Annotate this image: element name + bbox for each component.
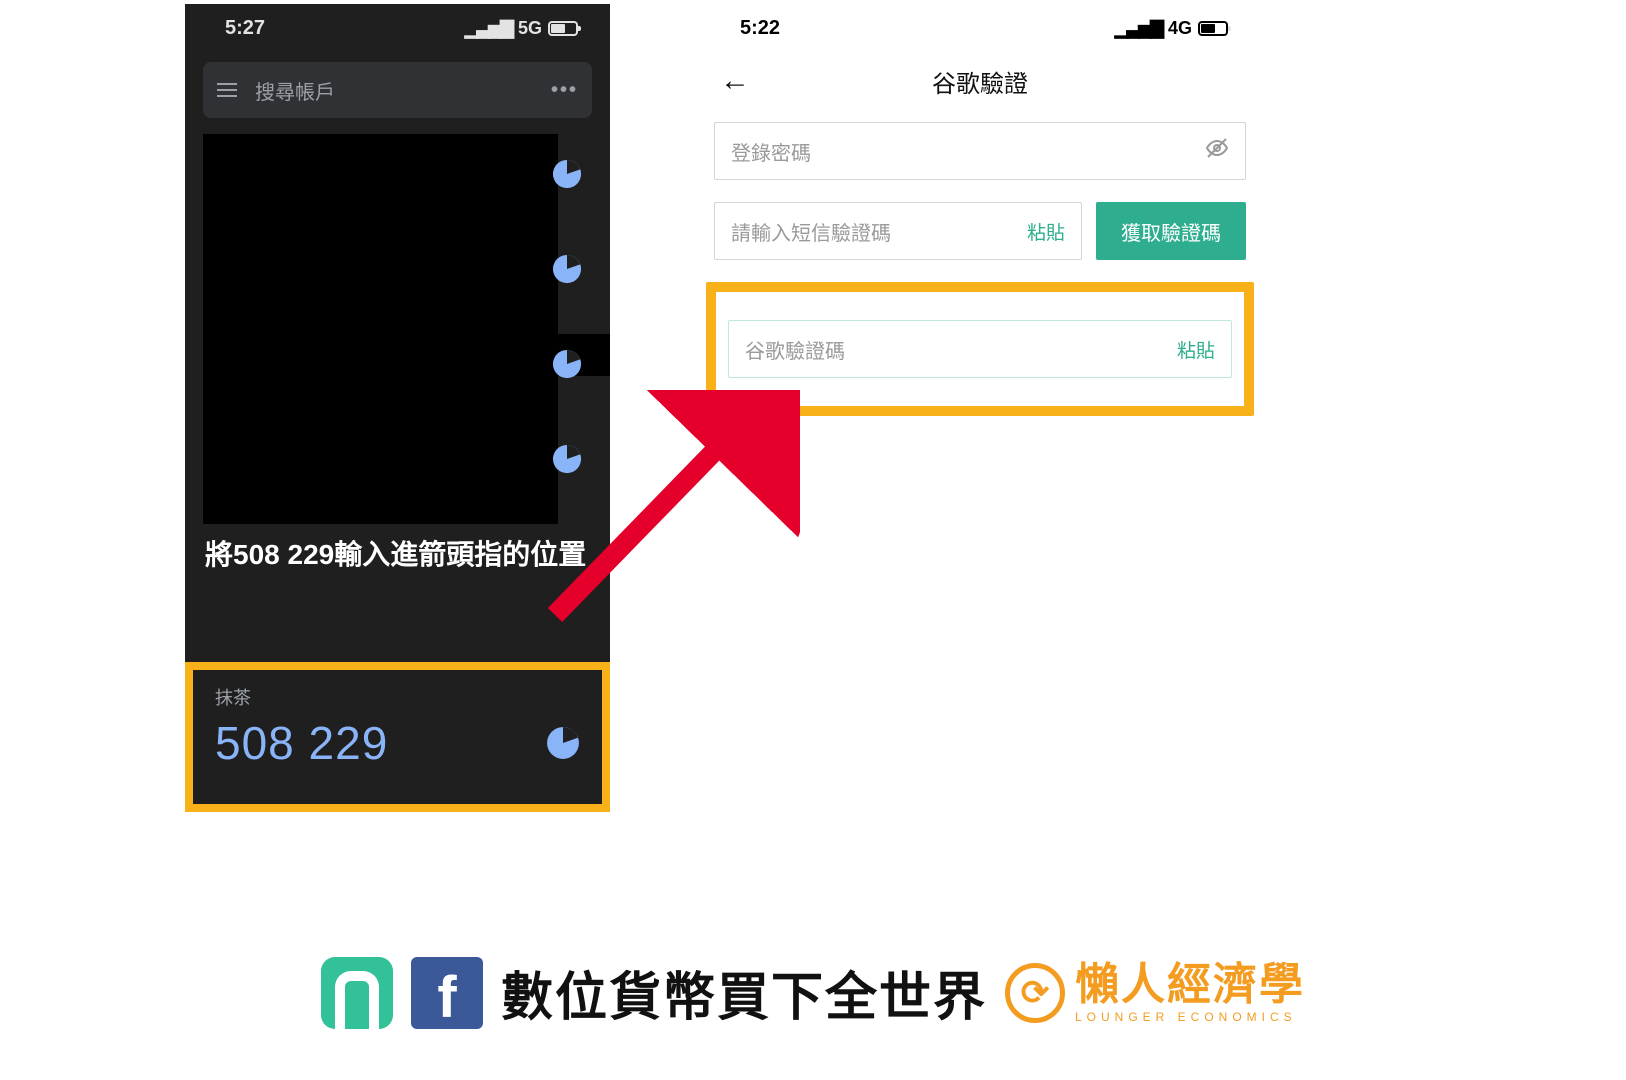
timer-column	[552, 159, 582, 474]
account-label: 抹茶	[215, 684, 580, 710]
footer-main-text: 數位貨幣買下全世界	[501, 955, 987, 1030]
more-icon[interactable]: •••	[551, 79, 578, 102]
footer: f 數位貨幣買下全世界 ⟳ 懶人經濟學 LOUNGER ECONOMICS	[0, 955, 1626, 1030]
ga-code-field[interactable]: 谷歌驗證碼 粘貼	[728, 320, 1232, 378]
lounger-brand-en: LOUNGER ECONOMICS	[1075, 1011, 1305, 1023]
battery-icon	[1198, 21, 1228, 36]
eye-off-icon[interactable]	[1205, 136, 1229, 166]
lounger-logo: ⟳ 懶人經濟學 LOUNGER ECONOMICS	[1005, 963, 1305, 1023]
sms-placeholder: 請輸入短信驗證碼	[731, 217, 1027, 246]
battery-icon	[548, 21, 578, 36]
password-placeholder: 登錄密碼	[731, 137, 1205, 166]
highlighted-ga-field: 谷歌驗證碼 粘貼	[706, 282, 1254, 416]
exchange-phone: 5:22 ▁▃▅▇ 4G ← 谷歌驗證 登錄密碼 請輸入短信驗證碼 粘貼 獲取驗…	[700, 4, 1260, 416]
redacted-accounts	[203, 134, 558, 524]
brand-square-icon	[321, 957, 393, 1029]
search-placeholder: 搜尋帳戶	[255, 76, 533, 105]
network-label: 4G	[1168, 18, 1192, 39]
status-time: 5:27	[225, 17, 265, 40]
timer-icon	[552, 349, 582, 379]
get-code-button[interactable]: 獲取驗證碼	[1096, 202, 1246, 260]
timer-icon	[552, 254, 582, 284]
timer-icon	[546, 726, 580, 760]
title-row: ← 谷歌驗證	[700, 52, 1260, 122]
redacted-strip	[203, 334, 610, 376]
status-bar-right: 5:22 ▁▃▅▇ 4G	[700, 4, 1260, 52]
signal-icon: ▁▃▅▇	[465, 18, 512, 39]
timer-icon	[552, 444, 582, 474]
authenticator-phone: 5:27 ▁▃▅▇ 5G 搜尋帳戶 ••• 將508 229輸入進箭頭指的位置 …	[185, 4, 610, 812]
lounger-brand-cn: 懶人經濟學	[1075, 963, 1305, 1007]
totp-code: 508 229	[215, 716, 388, 770]
facebook-icon: f	[411, 957, 483, 1029]
paste-sms-button[interactable]: 粘貼	[1027, 218, 1065, 245]
signal-icon: ▁▃▅▇	[1115, 18, 1162, 39]
status-bar-left: 5:27 ▁▃▅▇ 5G	[185, 4, 610, 52]
sms-code-field[interactable]: 請輸入短信驗證碼 粘貼	[714, 202, 1082, 260]
back-icon[interactable]: ←	[720, 66, 750, 96]
search-bar[interactable]: 搜尋帳戶 •••	[203, 62, 592, 118]
lounger-mark-icon: ⟳	[1005, 963, 1065, 1023]
page-title: 谷歌驗證	[700, 64, 1260, 99]
ga-placeholder: 谷歌驗證碼	[745, 335, 1177, 364]
timer-icon	[552, 159, 582, 189]
menu-icon[interactable]	[217, 83, 237, 97]
verification-form: 登錄密碼 請輸入短信驗證碼 粘貼 獲取驗證碼 谷歌驗證碼 粘貼	[700, 122, 1260, 416]
sms-row: 請輸入短信驗證碼 粘貼 獲取驗證碼	[714, 202, 1246, 260]
status-time: 5:22	[740, 17, 780, 40]
instruction-text: 將508 229輸入進箭頭指的位置	[205, 534, 590, 576]
paste-ga-button[interactable]: 粘貼	[1177, 336, 1215, 363]
password-field[interactable]: 登錄密碼	[714, 122, 1246, 180]
network-label: 5G	[518, 18, 542, 39]
highlighted-code-entry[interactable]: 抹茶 508 229	[185, 662, 610, 812]
